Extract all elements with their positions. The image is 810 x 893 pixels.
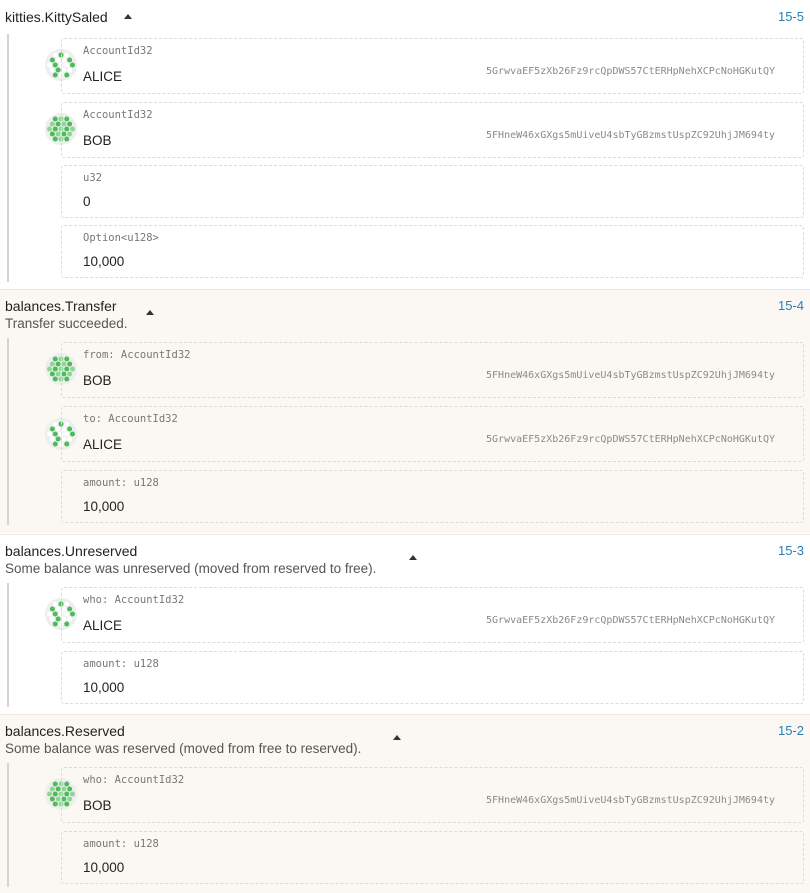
param-value: ALICE — [83, 437, 123, 452]
param-value: BOB — [83, 798, 112, 813]
param-amount: amount: u128 10,000 — [61, 470, 804, 523]
param-value: BOB — [83, 373, 112, 388]
event-balances-reserved: balances.Reserved Some balance was reser… — [0, 715, 810, 893]
param-address[interactable]: 5FHneW46xGXgs5mUiveU4sbTyGBzmstUspZC92Uh… — [486, 130, 775, 141]
params-guide-line — [7, 763, 9, 887]
param-value: ALICE — [83, 69, 123, 84]
param-to-account: to: AccountId32 ALICE 5GrwvaEF5zXb26Fz9r… — [61, 406, 804, 462]
param-value: ALICE — [83, 618, 123, 633]
event-id-link[interactable]: 15-3 — [778, 543, 804, 558]
collapse-caret-icon[interactable] — [393, 735, 401, 740]
param-option-u128: Option<u128> 10,000 — [61, 225, 804, 278]
param-type: who: AccountId32 — [83, 594, 185, 606]
param-from-account: from: AccountId32 BOB 5FHneW46xGXgs5mUiv… — [61, 342, 804, 398]
event-title[interactable]: balances.Transfer — [5, 298, 117, 314]
param-value: 10,000 — [83, 680, 125, 695]
params-guide-line — [7, 583, 9, 707]
param-value: 10,000 — [83, 499, 125, 514]
param-account-bob: AccountId32 BOB 5FHneW46xGXgs5mUiveU4sbT… — [61, 102, 804, 158]
param-type: to: AccountId32 — [83, 413, 178, 425]
param-type: from: AccountId32 — [83, 349, 191, 361]
param-value: 0 — [83, 194, 91, 209]
event-title[interactable]: balances.Unreserved — [5, 543, 137, 559]
param-amount: amount: u128 10,000 — [61, 651, 804, 704]
event-id-link[interactable]: 15-5 — [778, 9, 804, 24]
collapse-caret-icon[interactable] — [409, 555, 417, 560]
param-value: 10,000 — [83, 254, 125, 269]
collapse-caret-icon[interactable] — [146, 310, 154, 315]
event-id-link[interactable]: 15-4 — [778, 298, 804, 313]
event-description: Transfer succeeded. — [5, 316, 128, 331]
param-amount: amount: u128 10,000 — [61, 831, 804, 884]
param-value: 10,000 — [83, 860, 125, 875]
event-title[interactable]: balances.Reserved — [5, 723, 125, 739]
param-address[interactable]: 5GrwvaEF5zXb26Fz9rcQpDWS57CtERHpNehXCPcN… — [486, 434, 775, 445]
param-type: Option<u128> — [83, 232, 159, 244]
param-who-account: who: AccountId32 ALICE 5GrwvaEF5zXb26Fz9… — [61, 587, 804, 643]
event-description: Some balance was unreserved (moved from … — [5, 561, 377, 576]
event-balances-transfer: balances.Transfer Transfer succeeded. 15… — [0, 290, 810, 533]
param-type: AccountId32 — [83, 109, 153, 121]
param-type: amount: u128 — [83, 477, 159, 489]
param-address[interactable]: 5FHneW46xGXgs5mUiveU4sbTyGBzmstUspZC92Uh… — [486, 795, 775, 806]
event-kitties-kittysaled: kitties.KittySaled 15-5 AccountId32 ALIC… — [0, 0, 810, 288]
params-guide-line — [7, 34, 9, 282]
param-u32: u32 0 — [61, 165, 804, 218]
event-title[interactable]: kitties.KittySaled — [5, 9, 108, 25]
param-account-alice: AccountId32 ALICE 5GrwvaEF5zXb26Fz9rcQpD… — [61, 38, 804, 94]
param-address[interactable]: 5GrwvaEF5zXb26Fz9rcQpDWS57CtERHpNehXCPcN… — [486, 66, 775, 77]
event-id-link[interactable]: 15-2 — [778, 723, 804, 738]
param-who-account: who: AccountId32 BOB 5FHneW46xGXgs5mUive… — [61, 767, 804, 823]
param-address[interactable]: 5FHneW46xGXgs5mUiveU4sbTyGBzmstUspZC92Uh… — [486, 370, 775, 381]
param-type: who: AccountId32 — [83, 774, 185, 786]
collapse-caret-icon[interactable] — [124, 14, 132, 19]
param-value: BOB — [83, 133, 112, 148]
param-type: amount: u128 — [83, 838, 159, 850]
param-type: AccountId32 — [83, 45, 153, 57]
param-type: u32 — [83, 172, 102, 184]
param-address[interactable]: 5GrwvaEF5zXb26Fz9rcQpDWS57CtERHpNehXCPcN… — [486, 615, 775, 626]
event-balances-unreserved: balances.Unreserved Some balance was unr… — [0, 535, 810, 713]
event-description: Some balance was reserved (moved from fr… — [5, 741, 362, 756]
param-type: amount: u128 — [83, 658, 159, 670]
params-guide-line — [7, 338, 9, 525]
